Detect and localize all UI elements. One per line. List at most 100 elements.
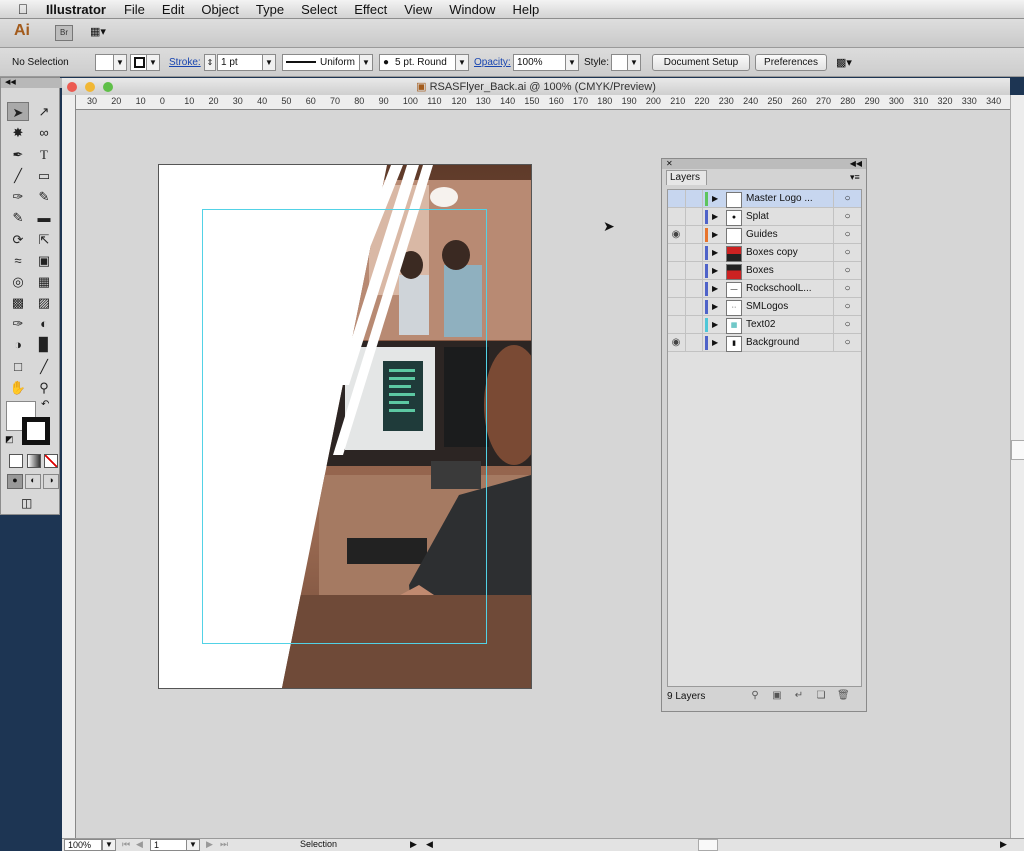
lock-toggle[interactable] <box>685 316 703 334</box>
expand-triangle-icon[interactable]: ▶ <box>712 229 718 241</box>
layer-name[interactable]: SMLogos <box>746 301 830 312</box>
visibility-toggle[interactable] <box>670 211 682 223</box>
stroke-panel-link[interactable]: Stroke: <box>169 57 201 68</box>
menu-file[interactable]: File <box>124 2 145 17</box>
layer-name[interactable]: Splat <box>746 211 830 222</box>
mesh-tool-icon[interactable]: ▩ <box>7 293 29 312</box>
hand-tool-icon[interactable]: ✋ <box>7 378 29 397</box>
lock-toggle[interactable] <box>685 280 703 298</box>
direct-selection-tool-icon[interactable]: ↗ <box>33 102 55 121</box>
expand-triangle-icon[interactable]: ▶ <box>712 301 718 313</box>
tab-layers[interactable]: Layers <box>666 170 707 185</box>
pen-tool-icon[interactable]: ✒ <box>7 145 29 164</box>
target-circle-icon[interactable]: ○ <box>833 316 861 334</box>
first-artboard-icon[interactable]: ⏮ <box>122 839 130 850</box>
zoom-tool-icon[interactable]: ⚲ <box>33 378 55 397</box>
perspective-grid-tool-icon[interactable]: ▦ <box>33 272 55 291</box>
eraser-tool-icon[interactable]: ▬ <box>33 208 55 227</box>
delete-layer-icon[interactable]: 🗑 <box>837 690 850 702</box>
menu-effect[interactable]: Effect <box>354 2 387 17</box>
menu-type[interactable]: Type <box>256 2 284 17</box>
artboard-number-field[interactable]: 1 <box>150 839 188 851</box>
stroke-weight-dropdown-icon[interactable]: ▼ <box>262 54 276 71</box>
artboard-tool-icon[interactable]: □ <box>7 357 29 376</box>
collapse-panel-icon[interactable]: ◀◀ <box>850 159 862 169</box>
lock-toggle[interactable] <box>685 208 703 226</box>
layer-name[interactable]: Boxes copy <box>746 247 830 258</box>
new-layer-icon[interactable]: ❏ <box>815 690 827 702</box>
target-circle-icon[interactable]: ○ <box>833 190 861 208</box>
preferences-button[interactable]: Preferences <box>755 54 827 71</box>
visibility-toggle[interactable] <box>670 247 682 259</box>
rotate-tool-icon[interactable]: ⟳ <box>7 230 29 249</box>
layer-row[interactable]: ▶ Master Logo ... ○ <box>668 190 861 208</box>
apple-icon[interactable]:  <box>0 1 46 17</box>
layer-row[interactable]: ▶ Boxes copy ○ <box>668 244 861 262</box>
scale-tool-icon[interactable]: ⇱ <box>33 230 55 249</box>
status-menu-icon[interactable]: ▶ <box>410 839 417 850</box>
layer-row[interactable]: ◉ ▶ ▮ Background ○ <box>668 334 861 352</box>
column-graph-tool-icon[interactable]: ▉ <box>33 335 55 354</box>
visibility-toggle[interactable] <box>670 193 682 205</box>
opacity-dropdown-icon[interactable]: ▼ <box>565 54 579 71</box>
lock-toggle[interactable] <box>685 226 703 244</box>
layers-panel-header[interactable]: ✕ ◀◀ <box>662 159 866 169</box>
lock-toggle[interactable] <box>685 262 703 280</box>
visibility-toggle[interactable] <box>670 301 682 313</box>
stroke-swatch[interactable] <box>22 417 50 445</box>
opacity-field[interactable]: 100% <box>513 54 567 71</box>
target-circle-icon[interactable]: ○ <box>833 298 861 316</box>
layer-row[interactable]: ▶ Boxes ○ <box>668 262 861 280</box>
horizontal-scroll-thumb[interactable] <box>698 839 718 851</box>
menu-edit[interactable]: Edit <box>162 2 184 17</box>
menu-object[interactable]: Object <box>201 2 239 17</box>
layer-name[interactable]: Text02 <box>746 319 830 330</box>
stroke-color-dropdown-icon[interactable]: ▼ <box>146 54 160 71</box>
menu-app-name[interactable]: Illustrator <box>46 2 106 17</box>
swap-fill-stroke-icon[interactable]: ↶ <box>41 399 49 410</box>
expand-triangle-icon[interactable]: ▶ <box>712 319 718 331</box>
menu-select[interactable]: Select <box>301 2 337 17</box>
expand-triangle-icon[interactable]: ▶ <box>712 283 718 295</box>
symbol-sprayer-tool-icon[interactable]: ◑ <box>7 335 29 354</box>
guide-rectangle[interactable] <box>202 209 487 644</box>
draw-behind-icon[interactable]: ◐ <box>25 474 41 489</box>
arrange-documents-icon[interactable]: ▦▾ <box>90 25 112 39</box>
zoom-field[interactable]: 100% <box>64 839 102 851</box>
free-transform-tool-icon[interactable]: ▣ <box>33 251 55 270</box>
draw-inside-icon[interactable]: ◑ <box>43 474 59 489</box>
target-circle-icon[interactable]: ○ <box>833 244 861 262</box>
previous-artboard-icon[interactable]: ◀ <box>136 839 143 850</box>
brush-dropdown-icon[interactable]: ▼ <box>455 54 469 71</box>
lock-toggle[interactable] <box>685 334 703 352</box>
menu-view[interactable]: View <box>404 2 432 17</box>
panel-menu-icon[interactable]: ▾≡ <box>850 172 860 183</box>
scroll-right-icon[interactable]: ▶ <box>1000 839 1007 850</box>
target-circle-icon[interactable]: ○ <box>833 226 861 244</box>
artboard[interactable] <box>158 164 532 689</box>
next-artboard-icon[interactable]: ▶ <box>206 839 213 850</box>
locate-object-icon[interactable]: ⚲ <box>749 690 761 702</box>
layer-row[interactable]: ◉ ▶ Guides ○ <box>668 226 861 244</box>
target-circle-icon[interactable]: ○ <box>833 262 861 280</box>
lasso-tool-icon[interactable]: ∞ <box>33 123 55 142</box>
blend-tool-icon[interactable]: ◐ <box>33 314 55 333</box>
layer-row[interactable]: ▶ ·· SMLogos ○ <box>668 298 861 316</box>
zoom-dropdown-icon[interactable]: ▼ <box>102 839 116 851</box>
layer-name[interactable]: Guides <box>746 229 830 240</box>
graphic-style-dropdown-icon[interactable]: ▼ <box>627 54 641 71</box>
tools-panel-grip[interactable]: ◀◀ <box>1 78 63 88</box>
target-circle-icon[interactable]: ○ <box>833 334 861 352</box>
fill-dropdown-icon[interactable]: ▼ <box>113 54 127 71</box>
selection-tool-icon[interactable]: ➤ <box>7 102 29 121</box>
draw-normal-icon[interactable]: ● <box>7 474 23 489</box>
arrange-icon[interactable]: ▩▾ <box>836 56 852 69</box>
rectangle-tool-icon[interactable]: ▭ <box>33 166 55 185</box>
visibility-toggle[interactable] <box>670 265 682 277</box>
layer-name[interactable]: RockschoolL... <box>746 283 830 294</box>
layer-row[interactable]: ▶ ▦ Text02 ○ <box>668 316 861 334</box>
target-circle-icon[interactable]: ○ <box>833 280 861 298</box>
close-panel-icon[interactable]: ✕ <box>666 159 673 168</box>
width-tool-icon[interactable]: ≈ <box>7 251 29 270</box>
opacity-panel-link[interactable]: Opacity: <box>474 57 511 68</box>
